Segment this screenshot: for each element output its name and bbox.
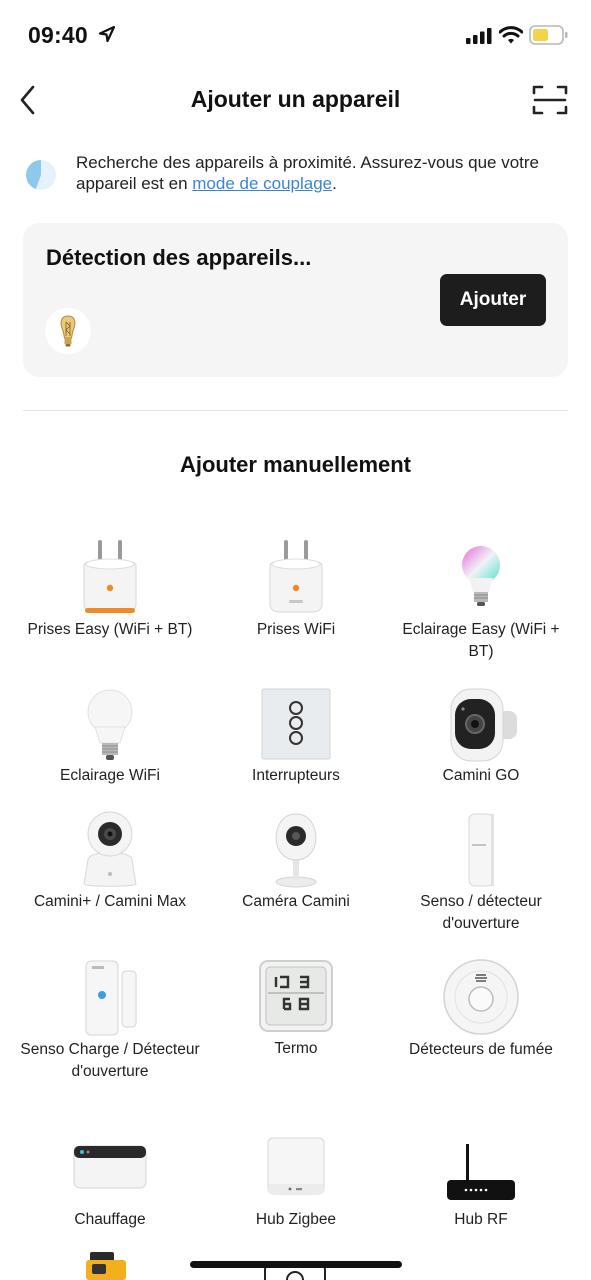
detection-card: Détection des appareils... Ajouter — [23, 223, 568, 377]
device-label: Hub Zigbee — [255, 1211, 337, 1228]
battery-icon — [529, 25, 568, 45]
outdoor-camera-icon — [450, 688, 517, 762]
device-label: Caméra Camini — [242, 893, 350, 910]
loading-spinner-icon — [26, 160, 56, 190]
wall-switch-icon — [261, 688, 331, 760]
notice-text-after: . — [332, 174, 337, 193]
rgb-bulb-icon — [462, 546, 500, 606]
device-label: Eclairage WiFi — [60, 767, 160, 784]
cellular-signal-icon — [466, 28, 492, 44]
device-label: Prises Easy (WiFi + BT) — [27, 621, 193, 638]
door-sensor-icon — [468, 813, 494, 887]
door-sensor-charge-icon — [85, 960, 137, 1036]
add-detected-device-button[interactable]: Ajouter — [440, 274, 546, 326]
pairing-mode-link[interactable]: mode de couplage — [192, 174, 332, 193]
device-label: Chauffage — [74, 1211, 146, 1228]
device-label: Senso / détecteur d'ouverture — [420, 893, 542, 932]
smoke-detector-icon — [443, 959, 519, 1035]
notice-text: Recherche des appareils à proximité. Ass… — [76, 152, 556, 194]
smart-plug-orange-icon — [83, 540, 137, 613]
device-label: Termo — [274, 1040, 318, 1057]
nav-header: Ajouter un appareil — [0, 70, 591, 130]
device-label: Eclairage Easy (WiFi + BT) — [402, 621, 560, 660]
filament-bulb-icon — [60, 315, 76, 347]
device-label: Camini GO — [442, 767, 520, 784]
status-bar: 09:40 — [0, 0, 591, 70]
divider — [23, 410, 568, 411]
device-label: Camini+ / Camini Max — [33, 893, 187, 910]
status-time: 09:40 — [28, 22, 88, 48]
location-arrow-icon — [98, 25, 116, 43]
scan-icon[interactable] — [532, 84, 568, 116]
heating-controller-icon — [73, 1145, 147, 1189]
thermometer-display-icon — [259, 960, 333, 1032]
page-title: Ajouter un appareil — [190, 86, 401, 112]
pan-camera-icon — [83, 811, 137, 887]
device-label: Hub RF — [454, 1211, 508, 1228]
wifi-icon — [499, 26, 523, 44]
detection-title: Détection des appareils... — [46, 245, 312, 270]
bulb-icon — [87, 689, 133, 760]
detected-device-avatar[interactable] — [45, 308, 91, 354]
smart-plug-icon — [269, 540, 323, 613]
dome-camera-icon — [275, 813, 317, 888]
device-label: Prises WiFi — [256, 621, 336, 638]
rf-hub-icon — [447, 1144, 515, 1200]
manual-section-title: Ajouter manuellement — [179, 452, 412, 477]
device-label: Interrupteurs — [252, 767, 340, 784]
search-notice: Recherche des appareils à proximité. Ass… — [24, 150, 564, 202]
device-label: Détecteurs de fumée — [409, 1041, 553, 1058]
device-label: Senso Charge / Détecteur d'ouverture — [20, 1041, 200, 1080]
home-indicator[interactable] — [190, 1261, 402, 1268]
zigbee-hub-icon — [267, 1137, 325, 1195]
water-valve-icon — [86, 1252, 126, 1280]
